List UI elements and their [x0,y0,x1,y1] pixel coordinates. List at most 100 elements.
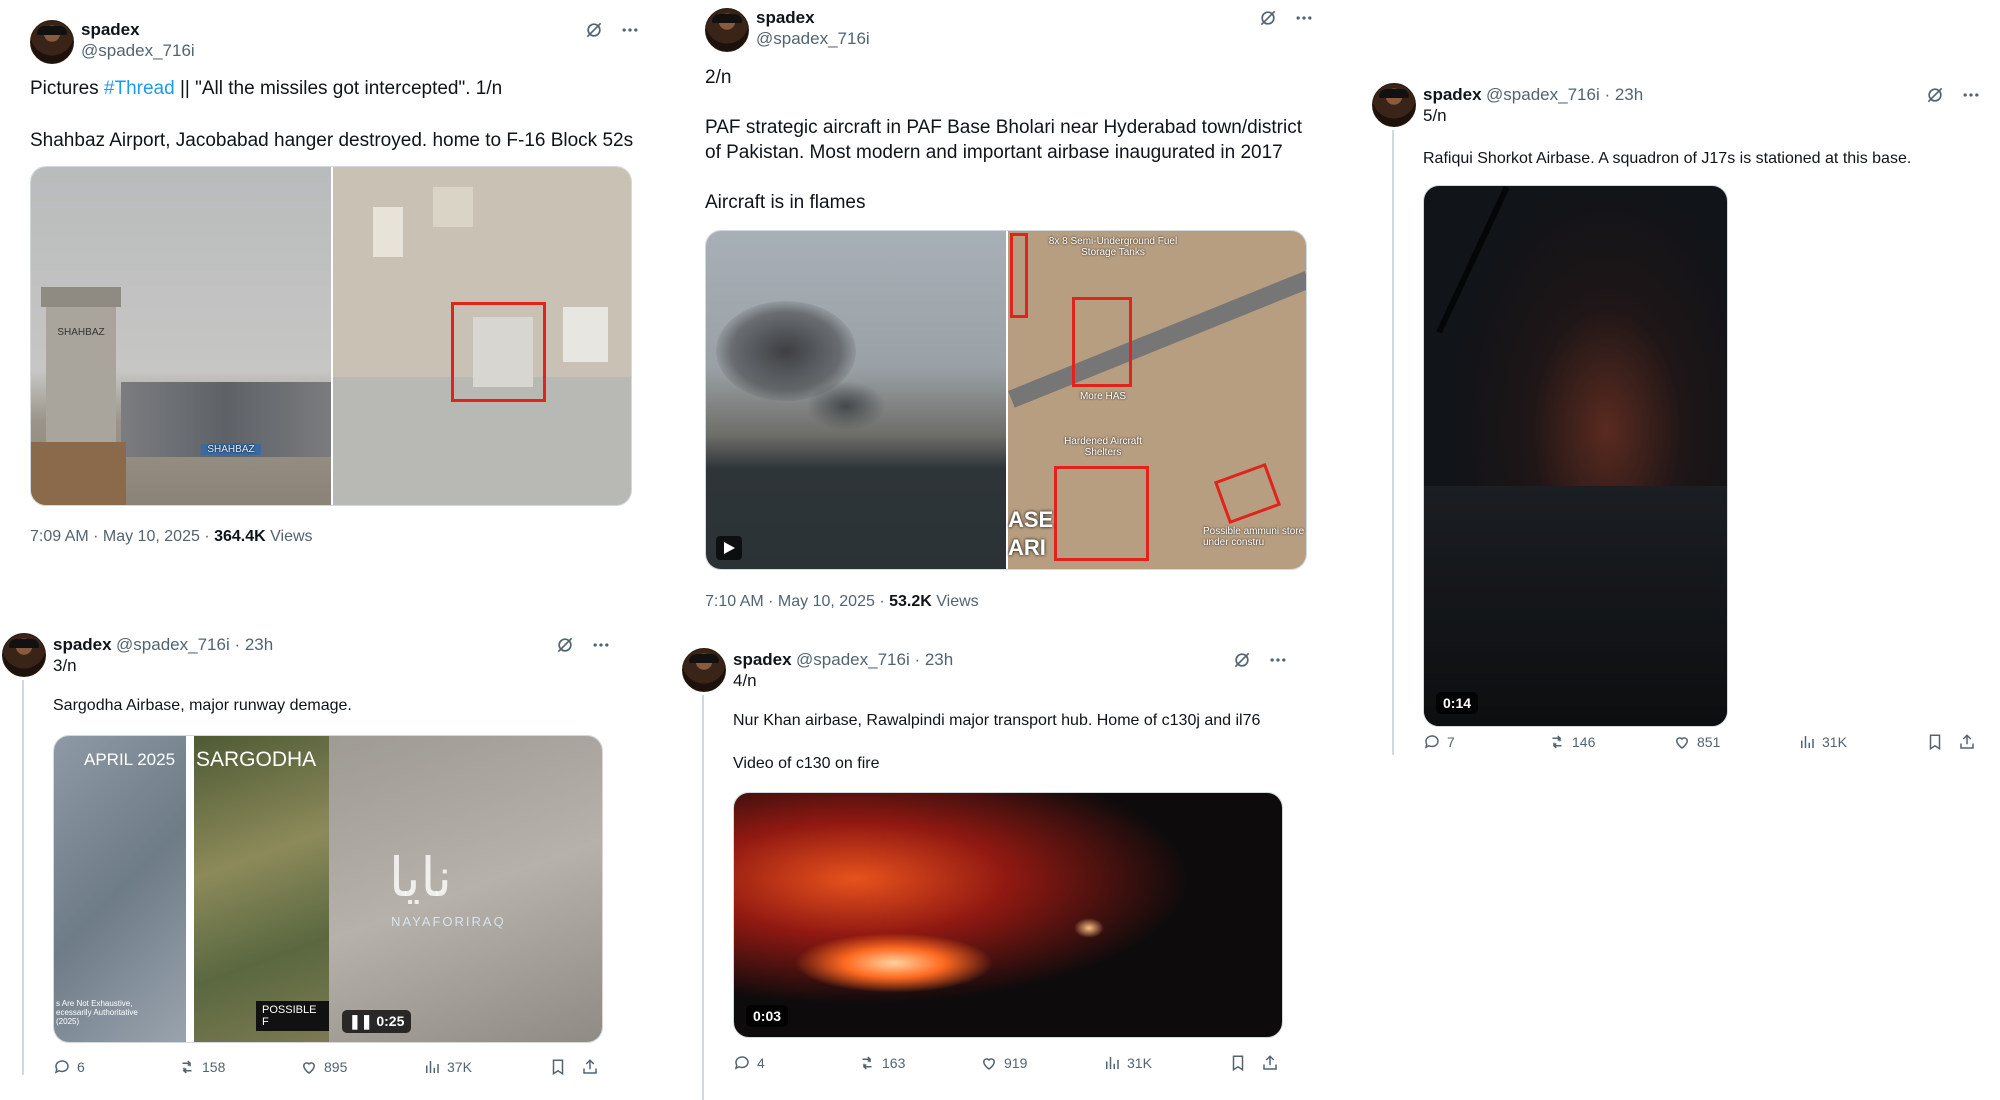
more-icon[interactable] [1268,650,1288,670]
share-icon[interactable] [581,1058,599,1076]
user-name[interactable]: spadex [733,650,792,669]
reply-button[interactable]: 4 [733,1054,765,1072]
tweet-age[interactable]: · 23h [1600,85,1643,104]
grok-icon[interactable] [1925,85,1945,105]
user-handle[interactable]: @spadex_716i [116,635,230,654]
like-button[interactable]: 895 [300,1058,347,1076]
more-icon[interactable] [620,20,640,40]
tower-sign: SHAHBAZ [57,327,105,338]
like-count: 895 [324,1059,348,1075]
like-button[interactable]: 919 [980,1054,1027,1072]
tweet-top-icons [1258,8,1314,28]
tweet-top-icons [584,20,640,40]
tweet-media[interactable]: SHAHBAZ SHAHBAZ [30,166,632,506]
photo-airport-tower[interactable]: SHAHBAZ SHAHBAZ [31,167,331,505]
user-name[interactable]: spadex [81,20,140,40]
grok-icon[interactable] [1232,650,1252,670]
user-handle[interactable]: @spadex_716i [756,29,870,49]
label-possible: POSSIBLE F [256,1001,329,1031]
label-ammo: Possible ammuni store under constru [1203,526,1305,548]
reply-button[interactable]: 6 [53,1058,85,1076]
repost-button[interactable]: 163 [858,1054,905,1072]
more-icon[interactable] [1961,85,1981,105]
tweet-2[interactable]: spadex @spadex_716i 2/n PAF strategic ai… [690,0,1330,620]
label-hardened-shelters: Hardened Aircraft Shelters [1064,436,1142,458]
share-icon[interactable] [1958,733,1976,751]
views-icon [426,1061,439,1073]
views-button[interactable]: 31K [1798,733,1847,751]
photo-satellite-bholari[interactable]: 8x 8 Semi-Underground Fuel Storage Tanks… [1008,231,1306,569]
heart-icon [302,1062,316,1074]
photo-satellite-hangar[interactable] [333,167,631,505]
label-more-has: More HAS [1079,391,1127,402]
tweet-video[interactable]: 0:03 [733,792,1283,1038]
play-icon[interactable] [716,536,742,560]
user-name[interactable]: spadex [1423,85,1482,104]
timestamp-text[interactable]: 7:09 AM · May 10, 2025 · [30,528,214,545]
views-count: 31K [1822,734,1847,750]
more-icon[interactable] [591,635,611,655]
avatar[interactable] [2,633,46,677]
tweet-1[interactable]: spadex @spadex_716i Pictures #Thread || … [0,0,660,560]
label-disclaimer: s Are Not Exhaustive, ecessarily Authori… [56,999,138,1026]
timestamp-text[interactable]: 7:10 AM · May 10, 2025 · [705,593,889,610]
pause-icon[interactable]: ❚❚ [349,1013,376,1029]
tweet-age[interactable]: · 23h [910,650,953,669]
thread-line [22,680,24,1075]
avatar[interactable] [682,648,726,692]
tweet-timestamp[interactable]: 7:10 AM · May 10, 2025 · 53.2K Views [705,593,979,611]
repost-icon [1552,735,1562,749]
repost-button[interactable]: 146 [1548,733,1595,751]
tweet-body: PAF strategic aircraft in PAF Base Bhola… [705,117,1302,163]
user-handle[interactable]: @spadex_716i [1486,85,1600,104]
user-handle[interactable]: @spadex_716i [81,41,195,61]
tweet-top-icons [1232,650,1288,670]
more-icon[interactable] [1294,8,1314,28]
label-base: ASE ARI [1008,507,1054,560]
tweet-age[interactable]: · 23h [230,635,273,654]
share-icon[interactable] [1261,1054,1279,1072]
bookmark-icon[interactable] [1926,733,1944,751]
box-has [1072,297,1132,387]
tweet-4[interactable]: spadex @spadex_716i · 23h 4/n Nur Khan a… [680,640,1320,1100]
thread-line [702,695,704,1100]
user-handle[interactable]: @spadex_716i [796,650,910,669]
reply-button[interactable]: 7 [1423,733,1455,751]
tweet-body-2: Video of c130 on fire [733,755,880,772]
tweet-video[interactable]: APRIL 2025 s Are Not Exhaustive, ecessar… [53,735,603,1043]
avatar[interactable] [1372,83,1416,127]
tweet-body: Rafiqui Shorkot Airbase. A squadron of J… [1423,150,1912,167]
tweet-timestamp[interactable]: 7:09 AM · May 10, 2025 · 364.4K Views [30,528,313,546]
avatar[interactable] [705,8,749,52]
like-button[interactable]: 851 [1673,733,1720,751]
tweet-3[interactable]: spadex @spadex_716i · 23h 3/n Sargodha A… [0,625,625,1100]
reply-count: 7 [1447,734,1455,750]
tweet-media[interactable]: 8x 8 Semi-Underground Fuel Storage Tanks… [705,230,1307,570]
grok-icon[interactable] [555,635,575,655]
user-name[interactable]: spadex [756,8,815,28]
grok-icon[interactable] [1258,8,1278,28]
box-fuel [1010,233,1028,318]
views-button[interactable]: 37K [423,1058,472,1076]
tweet-body: Shahbaz Airport, Jacobabad hanger destro… [30,130,634,151]
tweet-5[interactable]: spadex @spadex_716i · 23h 5/n Rafiqui Sh… [1370,75,1990,775]
views-count: 31K [1127,1055,1152,1071]
avatar[interactable] [30,20,74,64]
tweet-body: Sargodha Airbase, major runway demage. [53,697,352,714]
user-name[interactable]: spadex [53,635,112,654]
tweet-video[interactable]: 0:14 [1423,185,1728,727]
reply-icon [1424,735,1439,749]
bookmark-icon[interactable] [549,1058,567,1076]
hashtag-link[interactable]: #Thread [104,78,175,99]
thread-counter: 2/n [705,67,732,88]
views-label: Views [936,593,979,610]
views-count: 53.2K [889,593,932,610]
label-fuel-tanks: 8x 8 Semi-Underground Fuel Storage Tanks [1048,236,1178,258]
video-smoke[interactable] [706,231,1006,569]
views-button[interactable]: 31K [1103,1054,1152,1072]
bookmark-icon[interactable] [1229,1054,1247,1072]
grok-icon[interactable] [584,20,604,40]
repost-button[interactable]: 158 [178,1058,225,1076]
reply-count: 4 [757,1055,765,1071]
tweet-text: Pictures #Thread || "All the missiles go… [30,76,650,101]
